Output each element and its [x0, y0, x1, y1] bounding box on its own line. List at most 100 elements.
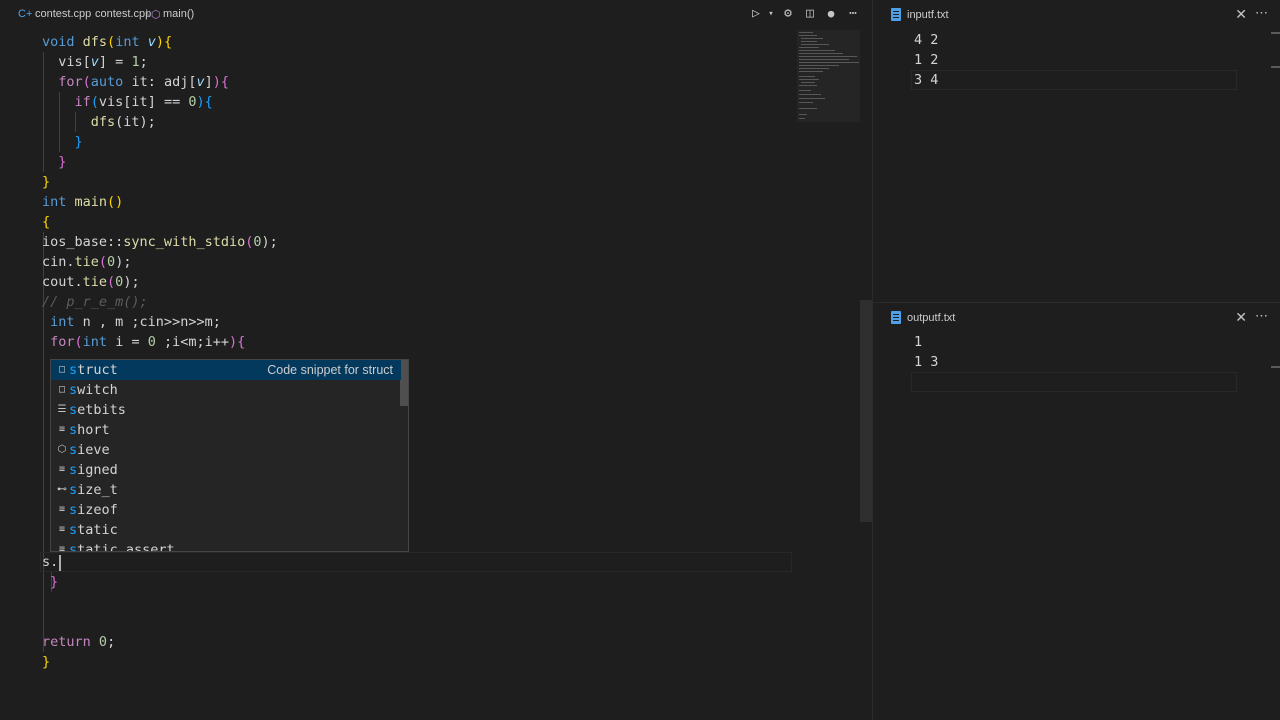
code-comment-line: // p_r_e_m();: [42, 294, 148, 310]
breadcrumb: C+ contest.cpp contest.cpp \ ⬡ main() ▷ …: [0, 0, 872, 30]
output-line: 1 3: [914, 354, 939, 370]
suggest-match-highlight: s: [69, 542, 78, 552]
current-line-highlight: [911, 70, 1237, 90]
suggest-match-highlight: s: [69, 402, 78, 418]
current-line-highlight: [911, 372, 1237, 392]
input-pane-title[interactable]: inputf.txt: [907, 9, 949, 21]
output-line: 1: [914, 334, 923, 350]
code-line: int main(): [42, 194, 124, 210]
more-actions-icon[interactable]: ⋯: [1255, 308, 1269, 324]
code-line: }: [74, 134, 83, 150]
editor-group-right[interactable]: inputf.txt ✕ ⋯ 4 2 1 2 3 4 outputf.txt ✕…: [872, 0, 1280, 720]
unsaved-dot-icon[interactable]: ●: [823, 6, 839, 22]
keyword-icon: ≡: [58, 544, 66, 552]
text-cursor: [59, 555, 61, 571]
code-line: if(vis[it] == 0){: [74, 94, 213, 110]
chevron-down-icon[interactable]: ▾: [763, 6, 779, 22]
suggest-item[interactable]: ☰ setbits: [51, 400, 401, 420]
close-icon[interactable]: ✕: [1235, 309, 1247, 326]
suggest-item[interactable]: ≡ signed: [51, 460, 401, 480]
breadcrumb-path-file[interactable]: contest.cpp: [95, 8, 151, 20]
suggest-match-highlight: s: [69, 502, 78, 518]
gear-icon[interactable]: ⚙: [780, 6, 796, 22]
file-icon: [891, 8, 901, 21]
suggest-item-label: static: [69, 522, 118, 538]
snippet-icon: □: [58, 384, 66, 395]
suggest-match-highlight: s: [69, 362, 78, 378]
text-icon: ☰: [57, 404, 67, 415]
suggest-item-label: signed: [69, 462, 118, 478]
suggest-scrollbar[interactable]: [400, 360, 408, 406]
input-line: 1 2: [914, 52, 939, 68]
suggest-item-label: static_assert: [69, 540, 175, 552]
suggest-match-highlight: s: [69, 522, 78, 538]
keyword-icon: ≡: [58, 464, 66, 475]
breadcrumb-symbol[interactable]: main(): [163, 8, 194, 20]
file-icon: [891, 311, 901, 324]
editor-group-left[interactable]: C+ contest.cpp contest.cpp \ ⬡ main() ▷ …: [0, 0, 872, 720]
suggest-item-label: struct: [69, 362, 118, 378]
current-line-highlight: [40, 552, 792, 572]
output-pane-title[interactable]: outputf.txt: [907, 312, 955, 324]
keyword-icon: ≡: [58, 524, 66, 535]
cpp-file-icon: C+: [18, 8, 33, 20]
suggest-match-highlight: s: [69, 442, 78, 458]
breadcrumb-file[interactable]: contest.cpp: [35, 8, 91, 20]
suggest-item-label: short: [69, 422, 110, 438]
output-pane-header: outputf.txt ✕ ⋯: [873, 303, 1280, 333]
suggest-item[interactable]: ≡ sizeof: [51, 500, 401, 520]
code-line: for(auto it: adj[v]){: [58, 74, 230, 90]
code-line: cin.tie(0);: [42, 254, 132, 270]
minimap[interactable]: [797, 30, 860, 122]
code-line: void dfs(int v){: [42, 34, 173, 50]
suggest-item[interactable]: ⬡ sieve: [51, 440, 401, 460]
code-line: }: [42, 174, 51, 190]
code-line: for(int i = 0 ;i<m;i++){: [50, 334, 246, 350]
run-debug-icon[interactable]: ▷: [748, 6, 764, 22]
input-pane-header: inputf.txt ✕ ⋯: [873, 0, 1280, 30]
code-line: int n , m ;cin>>n>>m;: [50, 314, 221, 330]
suggest-item[interactable]: ≡ static: [51, 520, 401, 540]
code-line-active[interactable]: s.: [42, 552, 58, 572]
code-line: vis[v] = 1;: [42, 54, 148, 70]
method-icon: ⬡: [57, 444, 67, 455]
typedef-icon: ⊷: [57, 484, 67, 495]
suggest-item-label: sizeof: [69, 502, 118, 518]
suggest-item[interactable]: □ switch: [51, 380, 401, 400]
suggest-match-highlight: s: [69, 482, 78, 498]
suggest-match-highlight: s: [69, 382, 78, 398]
keyword-icon: ≡: [58, 504, 66, 515]
suggest-item-label: switch: [69, 382, 118, 398]
scrollbar-marker: [1271, 32, 1280, 34]
code-line: cout.tie(0);: [42, 274, 140, 290]
code-line: dfs(it);: [90, 114, 156, 130]
code-line: }: [50, 574, 59, 590]
more-actions-icon[interactable]: ⋯: [845, 6, 861, 22]
code-line: }: [42, 654, 51, 670]
code-line: {: [42, 214, 51, 230]
code-line: ios_base::sync_with_stdio(0);: [42, 234, 278, 250]
function-symbol-icon: ⬡: [151, 9, 161, 21]
input-line: 3 4: [914, 72, 939, 88]
keyword-icon: ≡: [58, 424, 66, 435]
suggest-item[interactable]: ≡ short: [51, 420, 401, 440]
suggest-item[interactable]: □ struct Code snippet for struct: [51, 360, 401, 380]
code-line: return 0;: [42, 634, 116, 650]
more-actions-icon[interactable]: ⋯: [1255, 5, 1269, 21]
scrollbar-marker: [1271, 66, 1280, 68]
split-editor-icon[interactable]: ◫: [802, 6, 818, 22]
snippet-icon: □: [58, 364, 66, 375]
code-line: }: [58, 154, 67, 170]
suggest-item[interactable]: ⊷ size_t: [51, 480, 401, 500]
scrollbar-marker: [1271, 366, 1280, 368]
close-icon[interactable]: ✕: [1235, 6, 1247, 23]
suggest-item-label: setbits: [69, 402, 126, 418]
vertical-scrollbar[interactable]: [860, 300, 872, 522]
suggest-item[interactable]: ≡ static_assert: [51, 540, 401, 552]
input-line: 4 2: [914, 32, 939, 48]
autocomplete-suggest-widget[interactable]: □ struct Code snippet for struct □ switch ☰ se…: [50, 359, 409, 552]
suggest-item-label: sieve: [69, 442, 110, 458]
suggest-item-detail: Code snippet for struct: [267, 363, 393, 377]
suggest-match-highlight: s: [69, 462, 78, 478]
suggest-item-label: size_t: [69, 482, 118, 498]
